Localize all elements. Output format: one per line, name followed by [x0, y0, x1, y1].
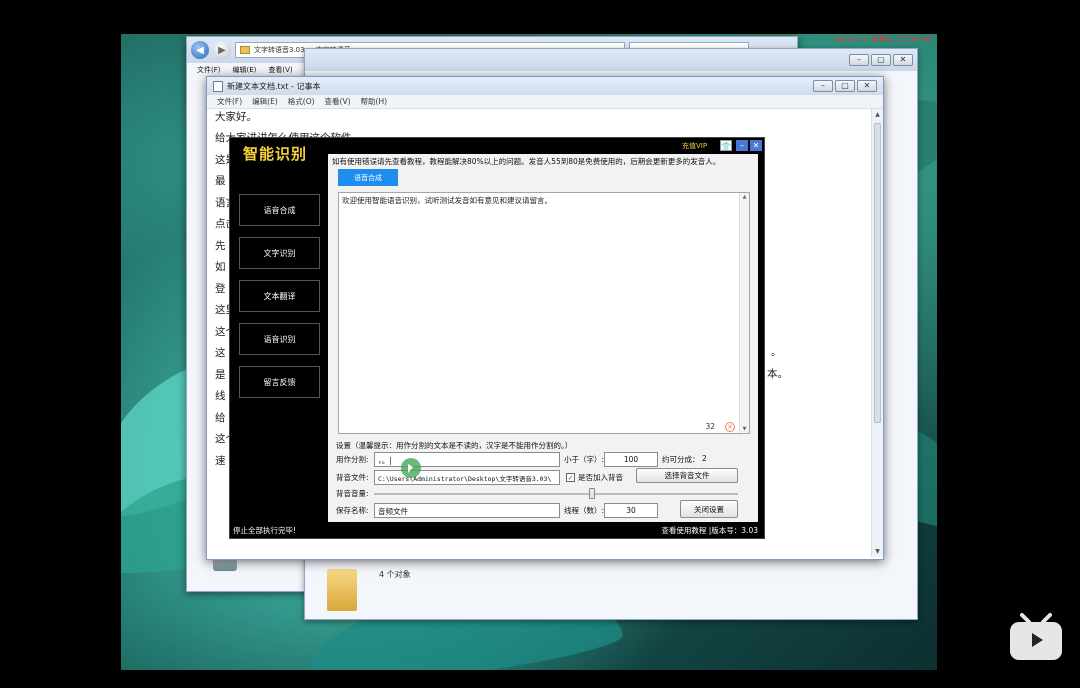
add-bg-label: 是否加入背音 — [578, 473, 623, 482]
clear-icon[interactable]: ✕ — [725, 422, 735, 432]
slider-knob[interactable] — [589, 488, 596, 499]
explorer-front-status: 4 个对象 — [379, 570, 411, 579]
explorer-menu-edit[interactable]: 编辑(E) — [233, 65, 257, 75]
sidebar-speech-recognition[interactable]: 语音识别 — [239, 323, 320, 355]
notepad-line-end: 。 — [771, 346, 782, 358]
app-minimize-button[interactable]: – — [736, 140, 748, 151]
notepad-icon — [213, 80, 223, 92]
scroll-down-icon[interactable]: ▼ — [872, 548, 883, 555]
scroll-up-icon[interactable]: ▲ — [740, 194, 749, 200]
notepad-line: 登 — [215, 283, 226, 295]
minimize-button[interactable]: – — [849, 54, 869, 66]
clock: 2021/1/1 星期五 15:50:00 — [834, 35, 931, 43]
notepad-scrollbar[interactable]: ▲ ▼ — [871, 109, 883, 557]
close-settings-button[interactable]: 关闭设置 — [680, 500, 738, 518]
notepad-title: 新建文本文档.txt - 记事本 — [227, 81, 321, 91]
sidebar-text-recognition[interactable]: 文字识别 — [239, 237, 320, 269]
notepad-menu-help[interactable]: 帮助(H) — [361, 96, 388, 107]
window-controls: – ▢ ✕ — [849, 54, 913, 66]
notepad-line-end: 本。 — [767, 368, 788, 380]
mouse-pointer-icon — [408, 464, 413, 473]
notepad-minimize-button[interactable]: – — [813, 80, 833, 92]
notepad-line: 先 — [215, 240, 226, 252]
notepad-line: 给 — [215, 412, 226, 424]
usage-notice: 如有使用错误请先查看教程，教程能解决80%以上的问题。发音人55到80是免费使用… — [332, 157, 721, 166]
sidebar-feedback[interactable]: 留言反馈 — [239, 366, 320, 398]
less-than-label: 小于（字）: — [564, 455, 605, 464]
add-bg-checkbox[interactable]: ✓ — [566, 473, 575, 482]
settings-heading: 设置（温馨提示：用作分割的文本是不读的，汉字是不能用作分割的。） — [336, 441, 573, 450]
notepad-close-button[interactable]: ✕ — [857, 80, 877, 92]
textarea-scrollbar[interactable]: ▲ ▼ — [739, 193, 749, 433]
bilibili-logo-icon — [1010, 613, 1062, 660]
vip-recharge-link[interactable]: 充值VIP — [682, 141, 707, 151]
bg-volume-slider[interactable] — [374, 488, 738, 499]
char-count: 32 — [705, 422, 715, 431]
app-close-button[interactable]: ✕ — [750, 140, 762, 151]
back-arrow-icon[interactable]: ◀ — [191, 41, 209, 59]
threads-label: 线程（数）: — [564, 506, 605, 515]
notepad-line: 速 — [215, 455, 226, 467]
bg-file-label: 背音文件: — [336, 473, 369, 482]
save-name-label: 保存名称: — [336, 506, 369, 515]
notepad-window-controls: – ▢ ✕ — [813, 80, 877, 92]
less-than-input[interactable]: 100 — [604, 452, 658, 467]
explorer-menu-file[interactable]: 文件(F) — [197, 65, 221, 75]
notepad-line: 如 — [215, 261, 226, 273]
close-button[interactable]: ✕ — [893, 54, 913, 66]
tab-speech-synthesis[interactable]: 语音合成 — [338, 169, 398, 186]
notepad-menu-edit[interactable]: 编辑(E) — [252, 96, 278, 107]
forward-arrow-icon[interactable]: ▶ — [213, 41, 231, 59]
split-label: 用作分割: — [336, 455, 369, 464]
skin-icon[interactable]: 👕 — [720, 140, 732, 151]
notepad-line: 大家好。 — [215, 111, 257, 123]
segments-value: 2 — [702, 454, 707, 463]
notepad-titlebar: 新建文本文档.txt - 记事本 – ▢ ✕ — [207, 77, 883, 95]
synthesis-text-input[interactable]: 欢迎使用智能语音识别，试听测试发音如有意见和建议请留言。 ▲ ▼ 32 ✕ — [338, 192, 750, 434]
threads-input[interactable]: 30 — [604, 503, 658, 518]
notepad-menu-format[interactable]: 格式(O) — [288, 96, 315, 107]
app-status-bar: 停止全部执行完毕! 查看使用教程 |版本号：3.03 — [230, 522, 764, 538]
explorer-front-titlebar: – ▢ ✕ — [305, 49, 917, 71]
sidebar-text-translation[interactable]: 文本翻译 — [239, 280, 320, 312]
save-name-input[interactable]: 音频文件 — [374, 503, 560, 518]
segments-label: 约可分成： — [662, 455, 700, 464]
explorer-menu-view[interactable]: 查看(V) — [268, 65, 292, 75]
notepad-maximize-button[interactable]: ▢ — [835, 80, 855, 92]
notepad-line: 线 — [215, 390, 226, 402]
notepad-menu: 文件(F) 编辑(E) 格式(O) 查看(V) 帮助(H) — [207, 95, 883, 109]
sidebar-speech-synthesis[interactable]: 语音合成 — [239, 194, 320, 226]
synthesis-text: 欢迎使用智能语音识别，试听测试发音如有意见和建议请留言。 — [342, 196, 552, 205]
notepad-menu-file[interactable]: 文件(F) — [217, 96, 242, 107]
status-message: 停止全部执行完毕! — [233, 526, 297, 535]
app-content-panel: 如有使用错误请先查看教程，教程能解决80%以上的问题。发音人55到80是免费使用… — [328, 154, 758, 522]
tutorial-version-link[interactable]: 查看使用教程 |版本号：3.03 — [661, 525, 758, 536]
scroll-thumb[interactable] — [874, 123, 881, 423]
scroll-down-icon[interactable]: ▼ — [740, 426, 749, 432]
notepad-line: 这 — [215, 347, 226, 359]
app-title: 智能识别 — [243, 145, 308, 163]
choose-bg-file-button[interactable]: 选择背音文件 — [636, 468, 738, 483]
notepad-line: 最 — [215, 175, 226, 187]
notepad-menu-view[interactable]: 查看(V) — [325, 96, 351, 107]
notepad-line: 是 — [215, 369, 226, 381]
maximize-button[interactable]: ▢ — [871, 54, 891, 66]
folder-icon — [240, 46, 250, 54]
bg-volume-label: 背音音量: — [336, 489, 369, 498]
large-folder-icon[interactable] — [327, 569, 357, 611]
smart-recognition-app[interactable]: 智能识别 充值VIP 👕 – ✕ 语音合成 文字识别 文本翻译 语音识别 留言反… — [229, 137, 765, 539]
scroll-up-icon[interactable]: ▲ — [872, 111, 883, 118]
